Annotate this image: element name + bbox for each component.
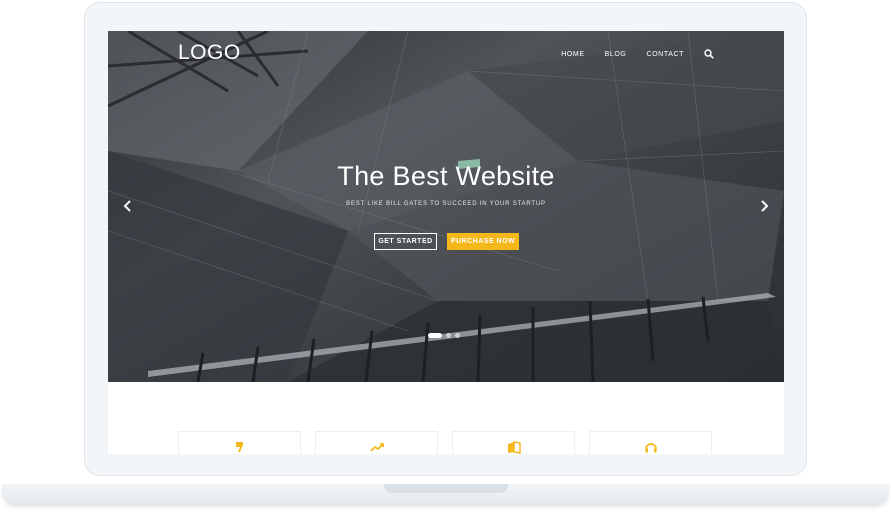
feature-card[interactable] xyxy=(452,431,575,454)
nav-blog[interactable]: BLOG xyxy=(605,51,627,58)
laptop-notch xyxy=(384,484,508,493)
slider-dots xyxy=(428,333,460,338)
search-icon[interactable] xyxy=(704,49,714,59)
trend-up-icon xyxy=(369,443,384,452)
chevron-right-icon[interactable] xyxy=(758,199,770,213)
site-logo[interactable]: LOGO xyxy=(178,41,241,65)
feature-cards xyxy=(178,431,712,454)
nav-contact[interactable]: CONTACT xyxy=(646,51,684,58)
slide-dot-2[interactable] xyxy=(446,333,451,338)
hero-subtitle: BEST LIKE BILL GATES TO SUCCEED IN YOUR … xyxy=(346,201,546,207)
main-nav: HOME BLOG CONTACT xyxy=(561,49,714,59)
pencil-icon xyxy=(235,442,243,452)
feature-card[interactable] xyxy=(315,431,438,454)
headset-icon xyxy=(644,443,657,453)
slide-dot-1[interactable] xyxy=(428,333,442,338)
get-started-button[interactable]: GET STARTED xyxy=(374,233,437,250)
chevron-left-icon[interactable] xyxy=(122,199,134,213)
laptop-screen: LOGO HOME BLOG CONTACT The Best Website … xyxy=(108,31,784,454)
feature-card[interactable] xyxy=(589,431,712,454)
book-icon xyxy=(507,441,521,454)
nav-home[interactable]: HOME xyxy=(561,51,584,58)
feature-card[interactable] xyxy=(178,431,301,454)
hero-slider: LOGO HOME BLOG CONTACT The Best Website … xyxy=(108,31,784,382)
purchase-now-button[interactable]: PURCHASE NOW xyxy=(447,233,519,250)
hero-title: The Best Website xyxy=(337,161,555,191)
slide-dot-3[interactable] xyxy=(455,333,460,338)
